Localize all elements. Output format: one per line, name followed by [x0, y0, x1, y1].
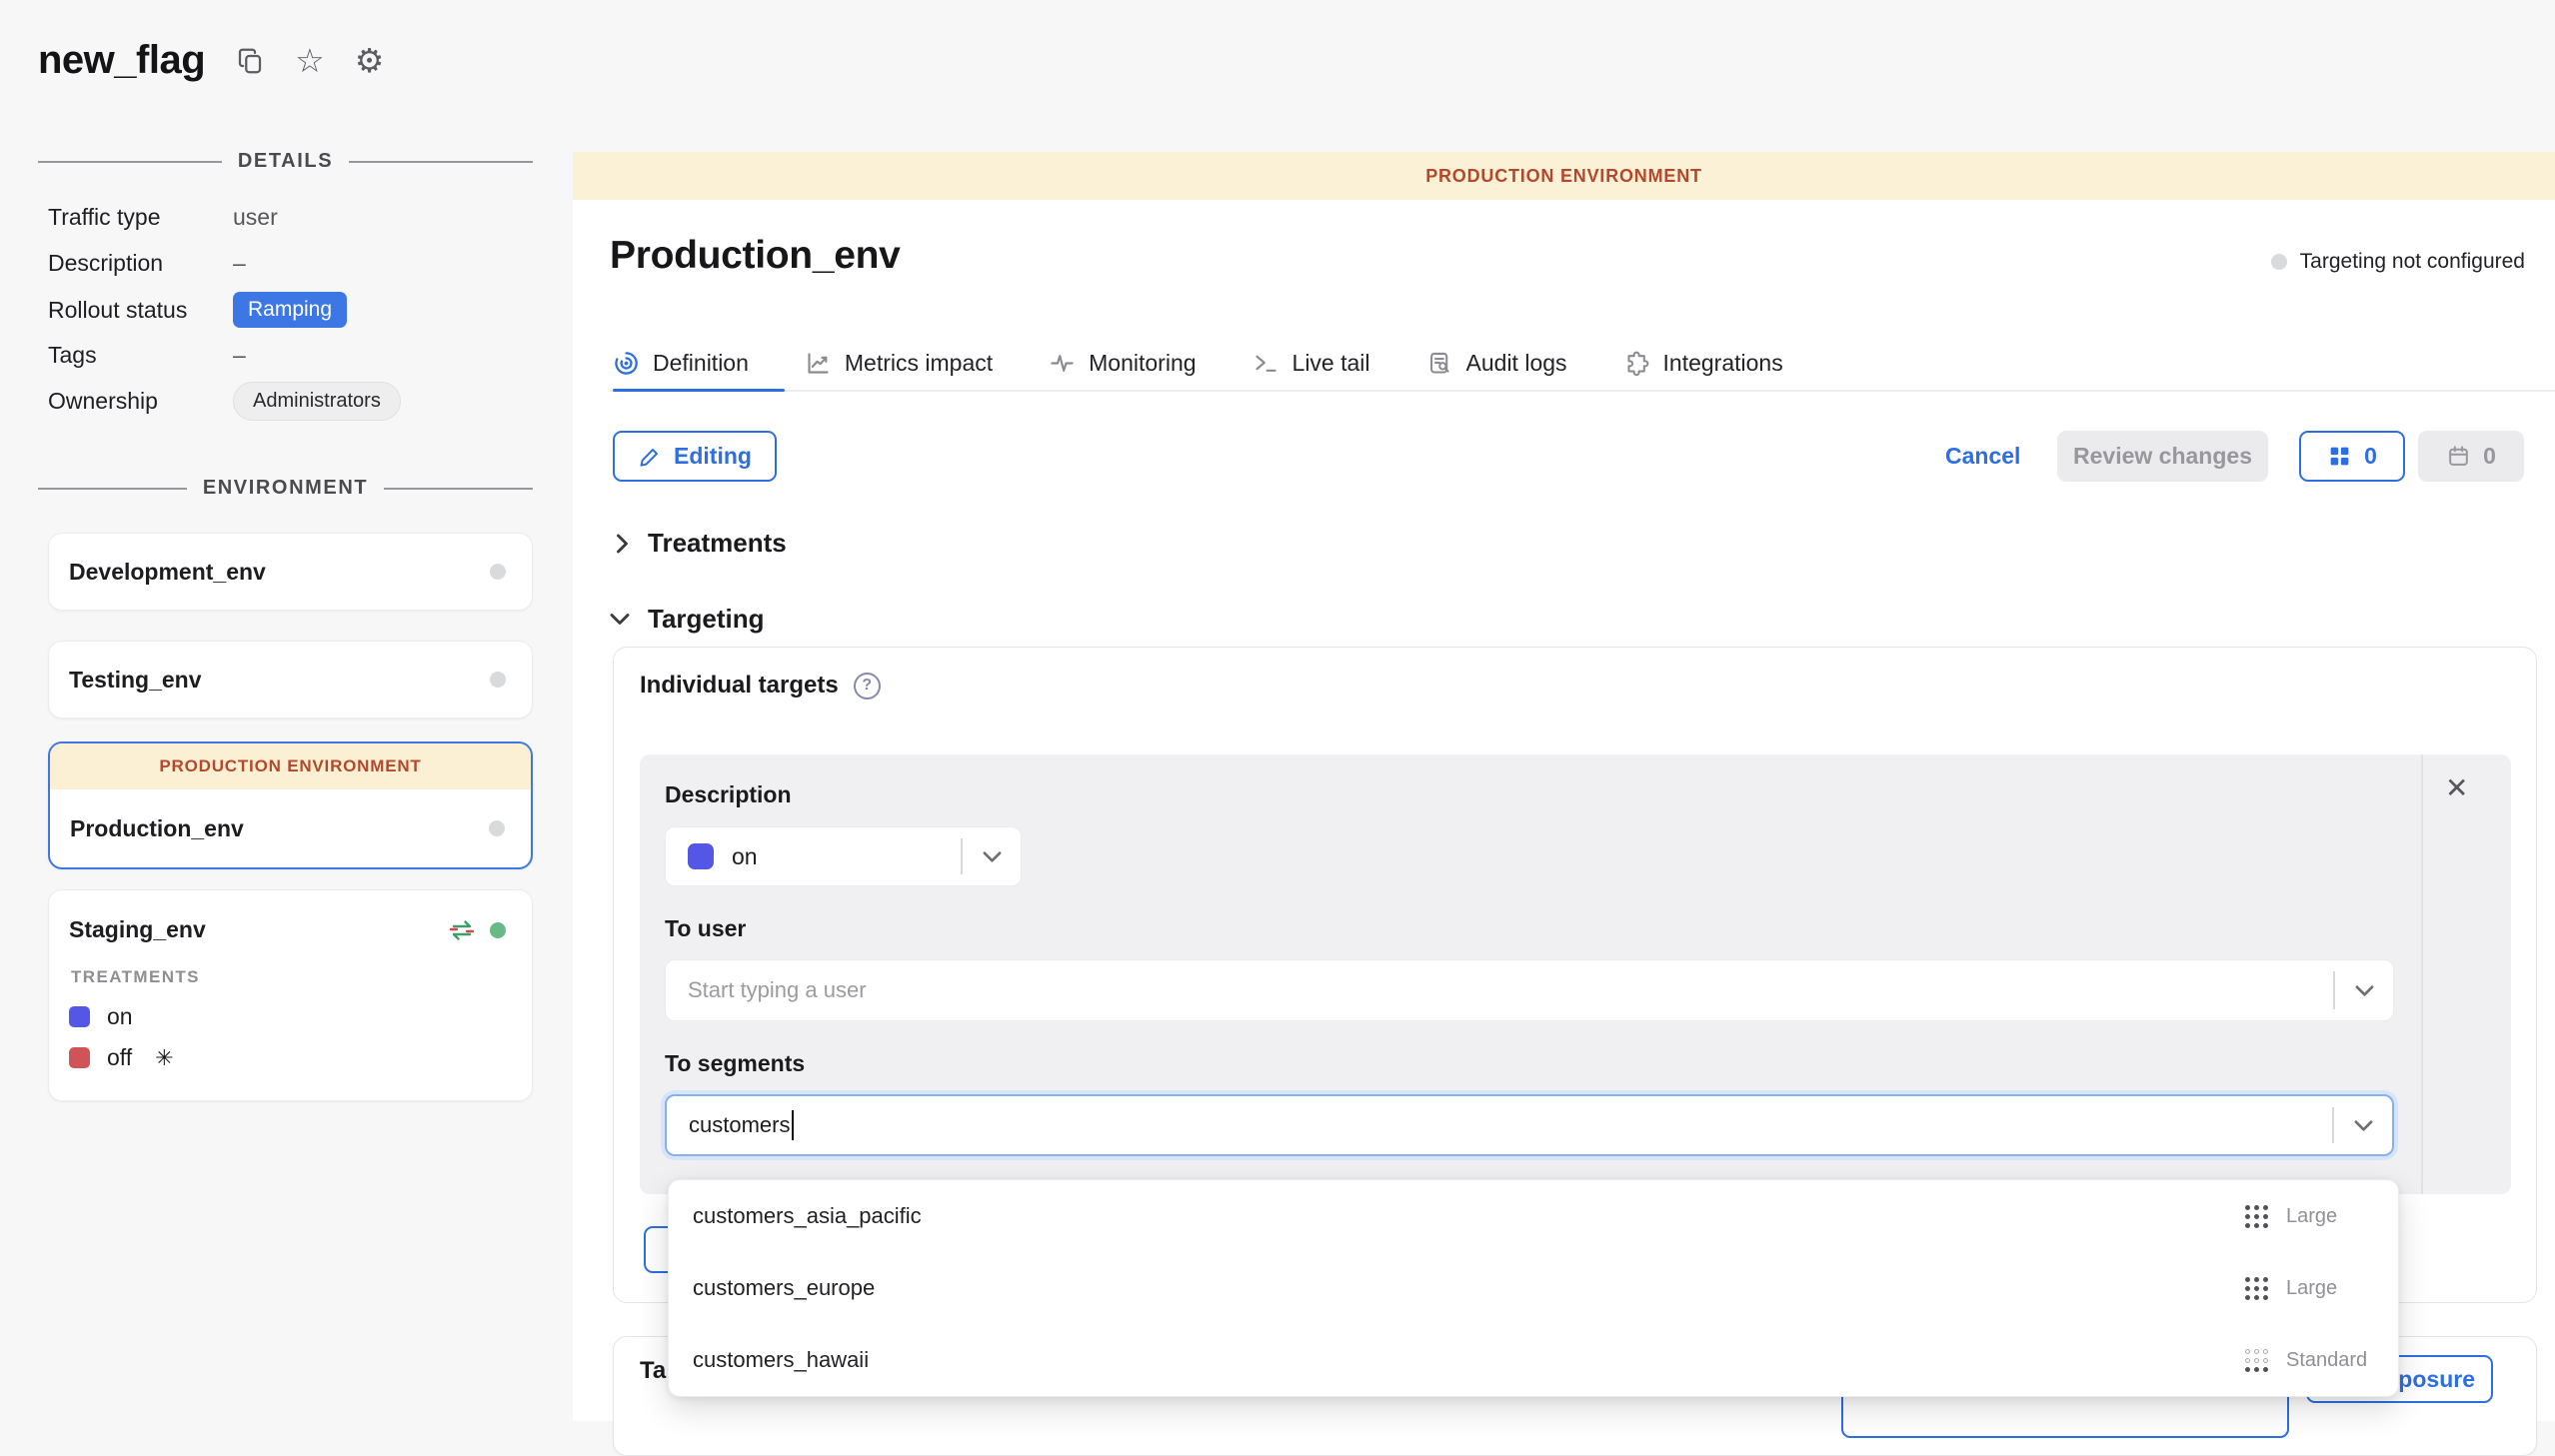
detail-row-rollout-status: Rollout status Ramping	[48, 284, 518, 336]
active-tab-underline	[613, 389, 785, 392]
copy-icon[interactable]	[235, 46, 265, 76]
detail-row-ownership: Ownership Administrators	[48, 374, 518, 428]
status-dot	[2271, 254, 2287, 270]
chevron-down-icon[interactable]	[2335, 984, 2393, 997]
env-card-testing[interactable]: Testing_env	[48, 641, 533, 719]
scheduled-count-button[interactable]: 0	[2418, 431, 2524, 482]
to-user-label: To user	[665, 915, 746, 942]
cancel-button[interactable]: Cancel	[1945, 443, 2020, 470]
tab-metrics-impact[interactable]: Metrics impact	[805, 350, 993, 377]
tab-live-tail[interactable]: Live tail	[1253, 350, 1370, 377]
segments-dropdown: customers_asia_pacific Large customers_e…	[668, 1179, 2399, 1397]
treatment-off-swatch	[69, 1047, 90, 1068]
chevron-down-icon	[610, 612, 630, 627]
tab-definition[interactable]: Definition	[613, 350, 749, 377]
dropdown-option-customers-europe[interactable]: customers_europe Large	[669, 1252, 2398, 1324]
targeting-status: Targeting not configured	[2271, 250, 2525, 274]
monitoring-icon	[1049, 350, 1076, 377]
large-segment-icon	[2245, 1205, 2268, 1228]
treatment-on-row: on	[49, 987, 532, 1030]
help-icon[interactable]: ?	[854, 673, 881, 700]
treatment-color-swatch	[688, 843, 714, 869]
env-status-dot	[490, 672, 506, 688]
flag-title: new_flag	[38, 38, 205, 83]
tab-monitoring[interactable]: Monitoring	[1049, 350, 1196, 377]
env-card-staging[interactable]: Staging_env TREATMENTS on off ✳	[48, 889, 533, 1101]
ownership-pill[interactable]: Administrators	[233, 382, 401, 421]
treatment-off-row: off ✳	[49, 1030, 532, 1071]
detail-row-traffic-type: Traffic type user	[48, 194, 518, 240]
description-label: Description	[665, 781, 792, 808]
tab-bar: Definition Metrics impact Monitoring Liv…	[613, 336, 1783, 390]
treatment-on-swatch	[69, 1006, 90, 1027]
definition-icon	[613, 350, 640, 377]
production-environment-banner: PRODUCTION ENVIRONMENT	[573, 152, 2555, 200]
tab-audit-logs[interactable]: Audit logs	[1426, 350, 1567, 377]
environment-heading: ENVIRONMENT	[38, 477, 533, 500]
changes-count-button[interactable]: 0	[2299, 431, 2405, 482]
detail-row-description: Description –	[48, 240, 518, 286]
standard-segment-icon	[2245, 1349, 2268, 1372]
sync-arrows-icon	[448, 918, 476, 942]
close-icon[interactable]: ✕	[2445, 771, 2468, 804]
star-icon[interactable]: ☆	[295, 44, 325, 77]
tab-integrations[interactable]: Integrations	[1623, 350, 1783, 377]
treatments-heading: TREATMENTS	[49, 943, 532, 987]
calendar-icon	[2446, 444, 2471, 469]
default-treatment-marker: ✳	[155, 1045, 173, 1071]
next-section-title-partial: Ta	[640, 1357, 666, 1385]
environment-title: Production_env	[610, 234, 901, 278]
env-status-dot	[490, 564, 506, 580]
rule-card-divider	[2421, 754, 2423, 1194]
live-tail-icon	[1253, 350, 1279, 377]
env-status-dot-active	[490, 922, 506, 938]
detail-row-tags: Tags –	[48, 332, 518, 378]
rollout-status-badge[interactable]: Ramping	[233, 292, 347, 328]
chevron-right-icon	[615, 534, 630, 554]
review-changes-button[interactable]: Review changes	[2057, 431, 2268, 482]
details-heading: DETAILS	[38, 150, 533, 173]
to-segments-input[interactable]: customers	[665, 1094, 2394, 1156]
flag-header: new_flag ☆ ⚙	[38, 38, 384, 83]
metrics-impact-icon	[805, 350, 832, 377]
individual-targets-header: Individual targets ?	[640, 672, 881, 700]
grid-icon	[2327, 444, 2352, 469]
integrations-icon	[1623, 350, 1650, 377]
dropdown-option-customers-asia-pacific[interactable]: customers_asia_pacific Large	[669, 1180, 2398, 1252]
treatment-select[interactable]: on	[665, 826, 1022, 886]
large-segment-icon	[2245, 1277, 2268, 1300]
pencil-icon	[638, 445, 662, 469]
to-user-input[interactable]	[666, 960, 2325, 1020]
chevron-down-icon[interactable]	[2334, 1119, 2392, 1132]
text-caret	[792, 1110, 794, 1140]
production-environment-mini-banner: PRODUCTION ENVIRONMENT	[50, 743, 531, 789]
to-user-combobox	[665, 959, 2394, 1021]
audit-logs-icon	[1426, 350, 1453, 377]
treatments-section-header[interactable]: Treatments	[615, 528, 787, 559]
tabs-divider	[610, 390, 2555, 392]
chevron-down-icon[interactable]	[963, 850, 1021, 863]
targeting-section-header[interactable]: Targeting	[610, 604, 765, 635]
editing-button[interactable]: Editing	[613, 431, 777, 482]
env-card-production[interactable]: PRODUCTION ENVIRONMENT Production_env	[48, 741, 533, 869]
dropdown-option-customers-hawaii[interactable]: customers_hawaii Standard	[669, 1324, 2398, 1396]
env-card-development[interactable]: Development_env	[48, 533, 533, 611]
env-status-dot	[489, 820, 505, 836]
gear-icon[interactable]: ⚙	[355, 44, 385, 77]
to-segments-label: To segments	[665, 1050, 805, 1077]
